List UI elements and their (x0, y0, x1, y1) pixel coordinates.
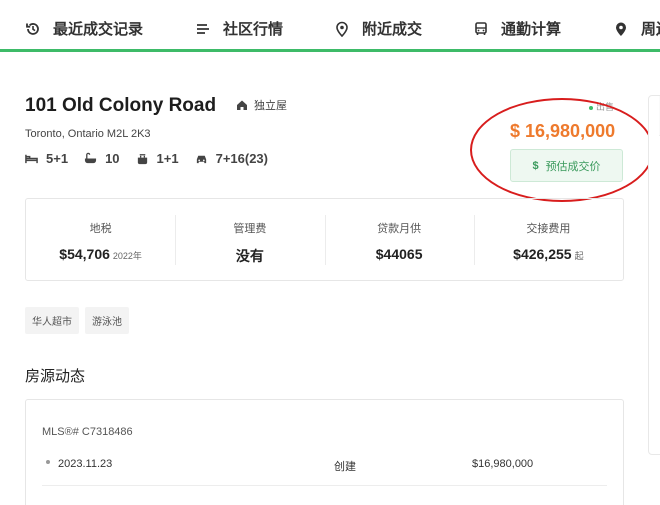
nav-item-label: 社区行情 (223, 21, 284, 38)
feature-tags: 华人超市 游泳池 (25, 307, 135, 334)
stat-value: $44065 (375, 246, 423, 262)
spec-bedrooms-value: 5+1 (46, 151, 69, 166)
nav-item-label: 通勤计算 (501, 21, 562, 38)
bed-icon (25, 154, 38, 164)
stat-value: $426,255 (513, 246, 572, 262)
side-panel (648, 95, 660, 455)
history-icon (25, 21, 41, 37)
stat-maintenance-fee: 管理费 没有 (175, 199, 324, 280)
listing-specs: 5+1 10 1+1 7+16(23) (25, 151, 284, 166)
bus-icon (473, 21, 489, 37)
listing-status: 出售 (589, 100, 614, 113)
history-event: 创建 (334, 461, 356, 473)
stat-label: 地税 (89, 223, 112, 235)
house-icon (237, 100, 247, 110)
car-icon (196, 155, 206, 164)
bathtub-icon (84, 152, 97, 164)
feature-tag[interactable]: 华人超市 (25, 307, 79, 334)
spec-kitchens: 1+1 (136, 151, 179, 166)
history-row: 2023.11.23 创建 $16,980,000 (42, 458, 607, 486)
cost-stats: 地税 $54,706 2022年 管理费 没有 贷款月供 $44065 交接费用 … (25, 198, 624, 281)
feature-tag[interactable]: 游泳池 (85, 307, 129, 334)
bullet (46, 460, 50, 464)
estimate-price-button[interactable]: $ 预估成交价 (510, 149, 623, 182)
nav-item-label: 周边 (641, 21, 660, 38)
nav-item-label: 附近成交 (362, 21, 423, 38)
stat-closing-cost[interactable]: 交接费用 $426,255 起 (473, 199, 623, 280)
stat-label: 交接费用 (526, 223, 571, 235)
nav-item-surroundings[interactable]: 周边 (613, 18, 660, 39)
section-title: 房源动态 (25, 368, 86, 385)
history-amount: $16,980,000 (472, 458, 534, 470)
listing-title: 101 Old Colony Road (25, 95, 217, 116)
nav-item-commute[interactable]: 通勤计算 (473, 18, 561, 39)
spec-parking: 7+16(23) (195, 151, 268, 166)
status-dot (589, 105, 593, 110)
mls-number: MLS®# C7318486 (42, 426, 133, 438)
spec-bathrooms-value: 10 (105, 151, 120, 166)
status-label: 出售 (596, 102, 615, 112)
stat-mortgage[interactable]: 贷款月供 $44065 (324, 199, 474, 280)
spec-bedrooms: 5+1 (25, 151, 68, 166)
spec-kitchens-value: 1+1 (156, 151, 179, 166)
nav-item-label: 最近成交记录 (53, 21, 144, 38)
stat-suffix: 2022年 (112, 251, 142, 261)
nav-item-community[interactable]: 社区行情 (195, 18, 283, 39)
stat-suffix: 起 (574, 251, 584, 261)
property-type: 独立屋 (236, 97, 287, 113)
dollar-icon: $ (532, 159, 539, 172)
listing-price: $ 16,980,000 (510, 121, 616, 141)
spec-parking-value: 7+16(23) (215, 151, 268, 166)
location-pin-icon (334, 21, 350, 37)
list-icon (195, 21, 211, 37)
location-pin-icon (613, 21, 629, 37)
top-nav: 最近成交记录 社区行情 附近成交 通勤计算 周边 (0, 0, 660, 52)
nav-item-recent-sales[interactable]: 最近成交记录 (25, 18, 143, 39)
estimate-price-label: 预估成交价 (545, 160, 601, 173)
nav-item-nearby-sales[interactable]: 附近成交 (334, 18, 422, 39)
stat-value: 没有 (235, 248, 264, 264)
listing-address: Toronto, Ontario M2L 2K3 (25, 128, 151, 140)
stat-label: 管理费 (233, 223, 267, 235)
history-date: 2023.11.23 (58, 458, 113, 470)
pot-icon (137, 154, 147, 165)
stat-value: $54,706 (59, 246, 110, 262)
spec-bathrooms: 10 (84, 151, 120, 166)
stat-property-tax: 地税 $54,706 2022年 (26, 199, 175, 280)
property-type-label: 独立屋 (254, 100, 287, 112)
listing-history: MLS®# C7318486 2023.11.23 创建 $16,980,000 (25, 399, 624, 505)
stat-label: 贷款月供 (377, 223, 422, 235)
